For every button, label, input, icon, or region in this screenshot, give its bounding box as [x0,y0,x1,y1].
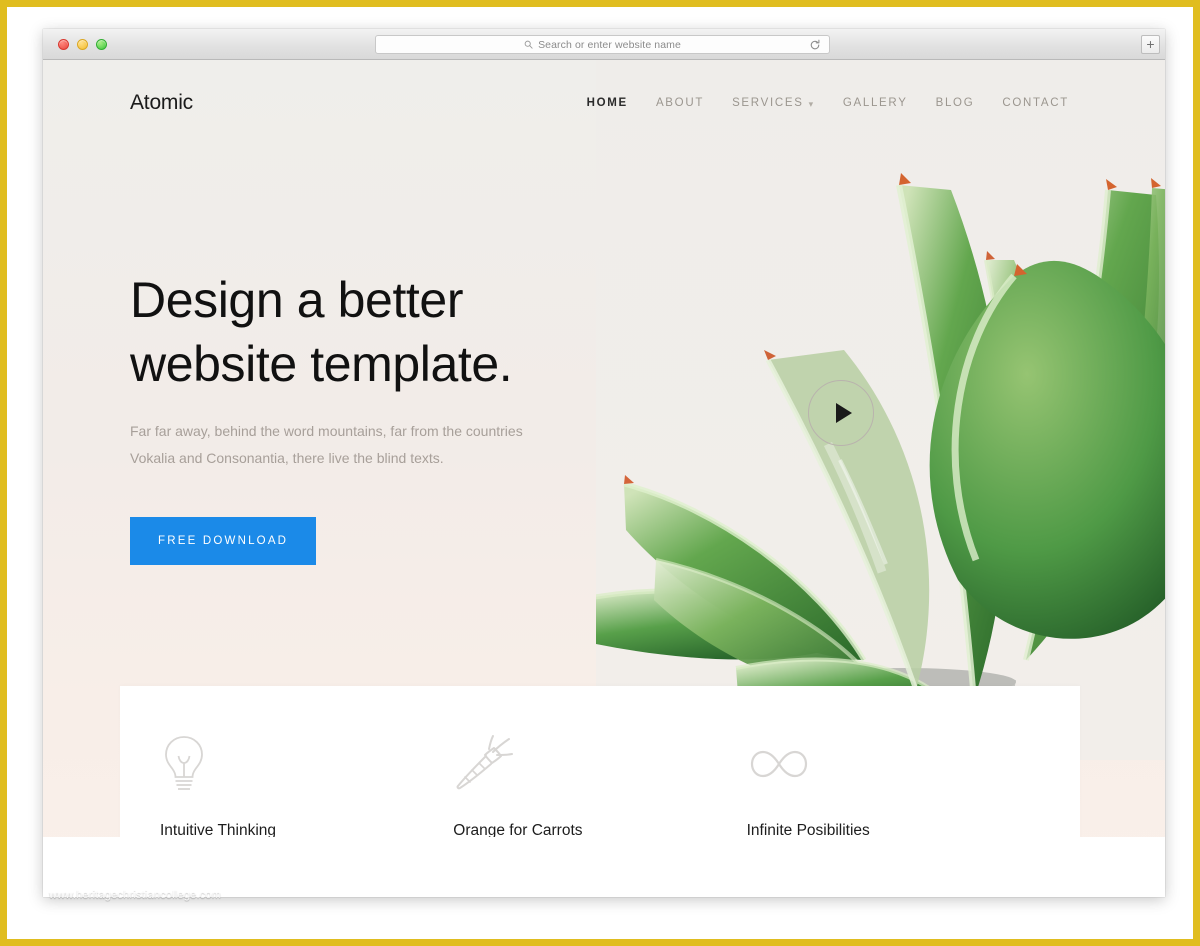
address-bar-content: Search or enter website name [524,39,681,51]
nav-item-gallery[interactable]: GALLERY [829,97,922,109]
infinity-icon [747,734,992,796]
browser-window: Search or enter website name + Atomic HO… [43,29,1165,897]
chevron-down-icon: ▾ [808,98,815,109]
page-background: Search or enter website name + Atomic HO… [7,7,1193,939]
site-logo[interactable]: Atomic [130,91,193,115]
free-download-button[interactable]: FREE DOWNLOAD [130,517,317,565]
hero-title: Design a better website template. [130,268,570,396]
minimize-window-button[interactable] [77,39,88,50]
hero-content: Design a better website template. Far fa… [130,268,570,565]
browser-titlebar: Search or enter website name + [43,29,1165,60]
nav-item-blog[interactable]: BLOG [922,97,989,109]
play-video-button[interactable] [808,380,874,446]
play-icon [835,403,852,423]
lightbulb-icon [160,734,405,796]
hero-title-line-1: Design a better [130,272,464,328]
page-bottom-strip [43,837,1165,897]
nav-item-services[interactable]: SERVICES ▾ [718,97,829,109]
window-controls [58,39,107,50]
address-bar[interactable]: Search or enter website name [375,35,830,54]
hero-title-line-2: website template. [130,336,513,392]
nav-item-home[interactable]: HOME [573,97,642,109]
nav-item-label: CONTACT [1002,97,1069,109]
nav-item-about[interactable]: ABOUT [642,97,718,109]
close-window-button[interactable] [58,39,69,50]
nav-item-label: HOME [586,97,628,109]
nav-item-label: SERVICES [732,97,804,109]
new-tab-button[interactable]: + [1141,35,1160,54]
reload-icon[interactable] [809,39,821,51]
search-icon [524,40,533,49]
nav-item-label: ABOUT [655,97,705,109]
address-bar-placeholder: Search or enter website name [538,38,681,51]
main-navigation: HOME ABOUT SERVICES ▾ GALLERY BLOG CONTA… [573,97,1083,109]
website-viewport: Atomic HOME ABOUT SERVICES ▾ GALLERY BLO… [43,60,1165,897]
nav-item-label: GALLERY [842,97,908,109]
carrot-icon [453,734,698,796]
hero-image [596,60,1165,760]
nav-item-label: BLOG [935,97,975,109]
hero-subtitle: Far far away, behind the word mountains,… [130,423,523,466]
watermark-text: www.heritagechristiancollege.com [49,889,222,901]
screenshot-frame: Search or enter website name + Atomic HO… [0,0,1200,946]
site-header: Atomic HOME ABOUT SERVICES ▾ GALLERY BLO… [43,60,1165,146]
nav-item-contact[interactable]: CONTACT [988,97,1083,109]
maximize-window-button[interactable] [96,39,107,50]
